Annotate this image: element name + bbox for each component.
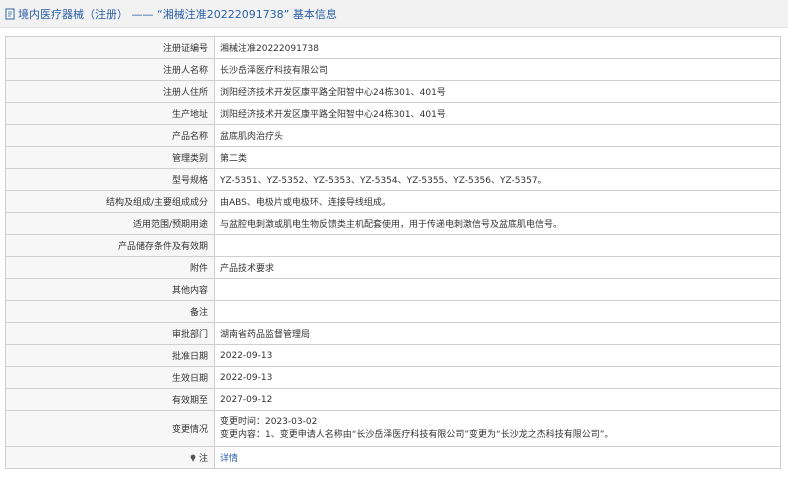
field-label: 产品储存条件及有效期 bbox=[5, 234, 215, 257]
field-label: 适用范围/预期用途 bbox=[5, 212, 215, 235]
title-separator: —— bbox=[131, 7, 154, 21]
field-label: 管理类别 bbox=[5, 146, 215, 169]
table-row: 管理类别 第二类 bbox=[5, 146, 781, 169]
field-label: 其他内容 bbox=[5, 278, 215, 301]
field-label: 结构及组成/主要组成成分 bbox=[5, 190, 215, 213]
title-suffix: 基本信息 bbox=[292, 7, 337, 21]
table-row: 附件 产品技术要求 bbox=[5, 256, 781, 279]
field-label: 有效期至 bbox=[5, 388, 215, 411]
page-title: 境内医疗器械（注册） —— “湘械注准20222091738” 基本信息 bbox=[18, 6, 337, 22]
field-value: 产品技术要求 bbox=[214, 256, 781, 279]
record-title: “湘械注准20222091738” bbox=[157, 7, 290, 21]
field-value: 盆底肌肉治疗头 bbox=[214, 124, 781, 147]
field-value bbox=[214, 300, 781, 323]
field-label: 生产地址 bbox=[5, 102, 215, 125]
field-label: 产品名称 bbox=[5, 124, 215, 147]
note-row: 注 详情 bbox=[5, 446, 781, 469]
change-history-value: 变更时间：2023-03-02 变更内容：1、变更申请人名称由“长沙岳泽医疗科技… bbox=[214, 410, 781, 447]
table-row: 注册人住所 浏阳经济技术开发区康平路全阳智中心24栋301、401号 bbox=[5, 80, 781, 103]
field-value bbox=[214, 234, 781, 257]
field-value bbox=[214, 278, 781, 301]
field-value: 浏阳经济技术开发区康平路全阳智中心24栋301、401号 bbox=[214, 102, 781, 125]
field-label: 注册人住所 bbox=[5, 80, 215, 103]
field-label: 变更情况 bbox=[5, 410, 215, 447]
table-row: 结构及组成/主要组成成分 由ABS、电极片或电极环、连接导线组成。 bbox=[5, 190, 781, 213]
table-row: 备注 bbox=[5, 300, 781, 323]
table-row: 生效日期 2022-09-13 bbox=[5, 366, 781, 389]
change-content: 变更内容：1、变更申请人名称由“长沙岳泽医疗科技有限公司”变更为“长沙龙之杰科技… bbox=[220, 429, 614, 440]
page-header: 境内医疗器械（注册） —— “湘械注准20222091738” 基本信息 bbox=[0, 0, 788, 28]
field-value: 湘械注准20222091738 bbox=[214, 36, 781, 59]
field-label: 审批部门 bbox=[5, 322, 215, 345]
table-row: 有效期至 2027-09-12 bbox=[5, 388, 781, 411]
field-value: 与盆腔电刺激或肌电生物反馈类主机配套使用，用于传递电刺激信号及盆底肌电信号。 bbox=[214, 212, 781, 235]
field-value: 浏阳经济技术开发区康平路全阳智中心24栋301、401号 bbox=[214, 80, 781, 103]
table-row: 注册人名称 长沙岳泽医疗科技有限公司 bbox=[5, 58, 781, 81]
field-value: 第二类 bbox=[214, 146, 781, 169]
breadcrumb-category[interactable]: 境内医疗器械（注册） bbox=[18, 8, 128, 21]
note-value: 详情 bbox=[214, 446, 781, 469]
table-row: 型号规格 YZ-5351、YZ-5352、YZ-5353、YZ-5354、YZ-5… bbox=[5, 168, 781, 191]
change-history-row: 变更情况 变更时间：2023-03-02 变更内容：1、变更申请人名称由“长沙岳… bbox=[5, 410, 781, 447]
pin-icon bbox=[190, 454, 196, 462]
table-row: 产品储存条件及有效期 bbox=[5, 234, 781, 257]
field-value: YZ-5351、YZ-5352、YZ-5353、YZ-5354、YZ-5355、… bbox=[214, 168, 781, 191]
field-label: 注册人名称 bbox=[5, 58, 215, 81]
field-value: 湖南省药品监督管理局 bbox=[214, 322, 781, 345]
field-value: 2027-09-12 bbox=[214, 388, 781, 411]
table-row: 批准日期 2022-09-13 bbox=[5, 344, 781, 367]
table-row: 注册证编号 湘械注准20222091738 bbox=[5, 36, 781, 59]
table-row: 适用范围/预期用途 与盆腔电刺激或肌电生物反馈类主机配套使用，用于传递电刺激信号及… bbox=[5, 212, 781, 235]
field-label: 批准日期 bbox=[5, 344, 215, 367]
field-label: 备注 bbox=[5, 300, 215, 323]
document-icon bbox=[5, 8, 15, 19]
registration-info-table: 注册证编号 湘械注准20222091738 注册人名称 长沙岳泽医疗科技有限公司 注… bbox=[5, 36, 781, 469]
details-link[interactable]: 详情 bbox=[220, 454, 238, 464]
field-label: 附件 bbox=[5, 256, 215, 279]
note-label: 注 bbox=[198, 454, 208, 464]
field-value: 2022-09-13 bbox=[214, 344, 781, 367]
field-value: 2022-09-13 bbox=[214, 366, 781, 389]
field-label: 型号规格 bbox=[5, 168, 215, 191]
field-value: 长沙岳泽医疗科技有限公司 bbox=[214, 58, 781, 81]
field-label: 生效日期 bbox=[5, 366, 215, 389]
field-label: 注册证编号 bbox=[5, 36, 215, 59]
note-label-cell: 注 bbox=[5, 446, 215, 469]
field-value: 由ABS、电极片或电极环、连接导线组成。 bbox=[214, 190, 781, 213]
table-row: 审批部门 湖南省药品监督管理局 bbox=[5, 322, 781, 345]
table-row: 产品名称 盆底肌肉治疗头 bbox=[5, 124, 781, 147]
table-row: 其他内容 bbox=[5, 278, 781, 301]
change-time: 变更时间：2023-03-02 bbox=[220, 416, 318, 427]
table-row: 生产地址 浏阳经济技术开发区康平路全阳智中心24栋301、401号 bbox=[5, 102, 781, 125]
